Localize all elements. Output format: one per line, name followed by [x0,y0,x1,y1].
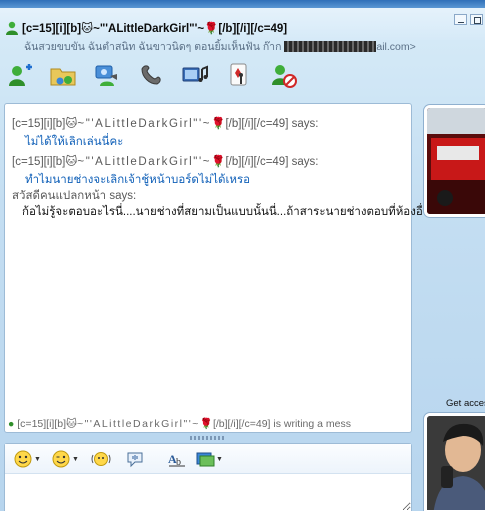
advertisement-text[interactable]: Get acces [446,398,485,409]
block-icon[interactable] [268,60,298,90]
cat-face-icon: 🐱 [65,118,78,130]
window-top-strip [0,0,485,8]
emoticon-icon[interactable]: ▼ [13,449,41,469]
redacted-email [284,41,377,52]
voice-clip-icon[interactable] [125,449,145,469]
sender-suffix: [/b][/i][/c=49] says: [225,118,319,130]
video-call-icon[interactable] [92,60,122,90]
nudge-icon[interactable] [91,449,111,469]
cat-face-icon: 🐱 [66,418,77,430]
sender-name: ~"'ALittleDarkGirl"'~ [77,118,212,130]
title-prefix: [c=15][i][b] [22,23,82,35]
games-icon[interactable] [224,60,254,90]
message-text: ไม่ได้ให้เลิกเล่นนี่คะ [25,136,124,148]
minimize-button[interactable] [454,14,467,25]
contact-display-picture[interactable] [424,105,485,217]
rose-icon: 🌹 [211,118,226,130]
contact-status-message: ฉันสวยขบขัน ฉันตำสนิท ฉันขาวนิดๆ ตอนยิ้ม… [24,38,416,55]
typing-status: ● [c=15][i][b]🐱~"'ALittleDarkGirl"'~🌹[/b… [4,414,412,434]
message-sender-line: [c=15][i][b]🐱~"'ALittleDarkGirl"'~🌹[/b][… [12,154,318,168]
typing-name: ~"'ALittleDarkGirl"'~ [76,418,200,430]
message-text: ก้อไม่รู้จะตอบอะไรนี่....นายช่างที่สยามเ… [22,206,431,218]
voice-call-icon[interactable] [136,60,166,90]
sender-prefix: [c=15][i][b] [12,118,66,130]
rose-icon: 🌹 [211,156,226,168]
wink-icon[interactable]: ▼ [51,449,79,469]
typing-prefix: [c=15][i][b] [17,418,67,430]
message-compose-area: ▼ ▼ Ab ▼ [4,443,412,511]
add-contact-icon[interactable] [4,60,34,90]
typing-suffix: [/b][/i][/c=49] is writing a mess [212,418,351,430]
rose-icon: 🌹 [199,418,213,430]
messenger-buddy-icon [4,20,20,36]
status-text: ฉันสวยขบขัน ฉันตำสนิท ฉันขาวนิดๆ ตอนยิ้ม… [24,41,285,53]
cat-face-icon: 🐱 [81,23,94,35]
title-suffix: [/b][/i][/c=49] [218,23,288,35]
pane-splitter-handle[interactable] [190,436,226,440]
share-folder-icon[interactable] [48,60,78,90]
media-icon[interactable] [180,60,210,90]
buddy-status-icon: ● [8,418,15,430]
window-title: [c=15][i][b]🐱~"'ALittleDarkGirl"'~🌹[/b][… [22,21,287,35]
cat-face-icon: 🐱 [65,156,78,168]
main-toolbar [0,58,485,94]
font-icon[interactable]: Ab [167,449,187,469]
message-input[interactable] [5,475,411,511]
chat-transcript[interactable]: [c=15][i][b]🐱~"'ALittleDarkGirl"'~🌹[/b][… [4,103,431,433]
title-bar: [c=15][i][b]🐱~"'ALittleDarkGirl"'~🌹[/b][… [0,0,485,40]
compose-toolbar: ▼ ▼ Ab ▼ [5,444,411,474]
title-name: ~"'ALittleDarkGirl"'~ [93,23,205,35]
sender-suffix: [/b][/i][/c=49] says: [225,156,319,168]
sender-name: ~"'ALittleDarkGirl"'~ [77,156,212,168]
background-icon[interactable]: ▼ [195,449,223,469]
display-picture-column: Get acces [414,95,485,511]
email-suffix: ail.com> [376,41,416,53]
maximize-button[interactable] [470,14,483,25]
sender-prefix: [c=15][i][b] [12,156,66,168]
my-display-picture[interactable] [424,413,485,511]
message-sender-line: [c=15][i][b]🐱~"'ALittleDarkGirl"'~🌹[/b][… [12,116,318,130]
rose-icon: 🌹 [204,23,219,35]
